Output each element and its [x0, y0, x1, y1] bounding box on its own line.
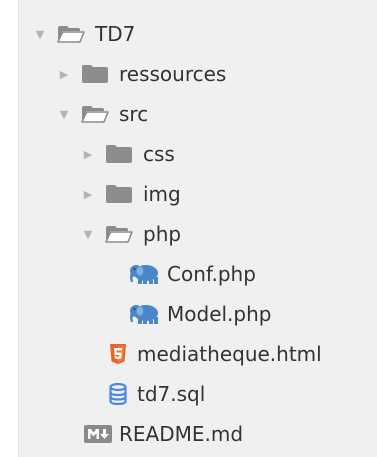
file-tree-panel: ▼ TD7 ▶ ressources ▼ src ▶ css ▶ img ▼ p… [18, 0, 377, 457]
folder-icon [79, 64, 111, 84]
chevron-down-icon[interactable]: ▼ [33, 29, 47, 40]
tree-item-label: css [143, 142, 175, 166]
tree-item-label: TD7 [95, 22, 136, 46]
tree-item-label: src [119, 102, 149, 126]
tree-item-ressources[interactable]: ▶ ressources [57, 54, 227, 94]
database-icon [107, 383, 129, 405]
chevron-down-icon[interactable]: ▼ [81, 229, 95, 240]
chevron-down-icon[interactable]: ▼ [57, 109, 71, 120]
php-elephant-icon [127, 303, 161, 325]
tree-item-label: mediatheque.html [137, 342, 322, 366]
chevron-right-icon[interactable]: ▶ [81, 189, 95, 200]
tree-item-label: Model.php [167, 302, 272, 326]
tree-item-php[interactable]: ▼ php [81, 214, 181, 254]
open-folder-icon [55, 25, 87, 43]
tree-item-css[interactable]: ▶ css [81, 134, 175, 174]
tree-item-td7[interactable]: ▼ TD7 [33, 14, 136, 54]
tree-item-model-php[interactable]: Model.php [127, 294, 271, 334]
tree-item-label: td7.sql [137, 382, 206, 406]
tree-item-label: README.md [119, 422, 244, 446]
folder-icon [103, 184, 135, 204]
open-folder-icon [79, 105, 111, 123]
tree-item-label: ressources [119, 62, 227, 86]
tree-item-label: Conf.php [167, 262, 256, 286]
php-elephant-icon [127, 263, 161, 285]
tree-item-label: php [143, 222, 182, 246]
open-folder-icon [103, 225, 135, 243]
tree-item-readme-md[interactable]: README.md [83, 414, 243, 454]
tree-item-td7-sql[interactable]: td7.sql [107, 374, 205, 414]
tree-item-src[interactable]: ▼ src [57, 94, 148, 134]
folder-icon [103, 144, 135, 164]
tree-item-conf-php[interactable]: Conf.php [127, 254, 256, 294]
markdown-icon [83, 425, 113, 443]
html5-icon [107, 343, 129, 365]
tree-item-mediatheque-html[interactable]: mediatheque.html [107, 334, 322, 374]
tree-item-label: img [143, 182, 181, 206]
chevron-right-icon[interactable]: ▶ [81, 149, 95, 160]
tree-item-img[interactable]: ▶ img [81, 174, 181, 214]
chevron-right-icon[interactable]: ▶ [57, 69, 71, 80]
